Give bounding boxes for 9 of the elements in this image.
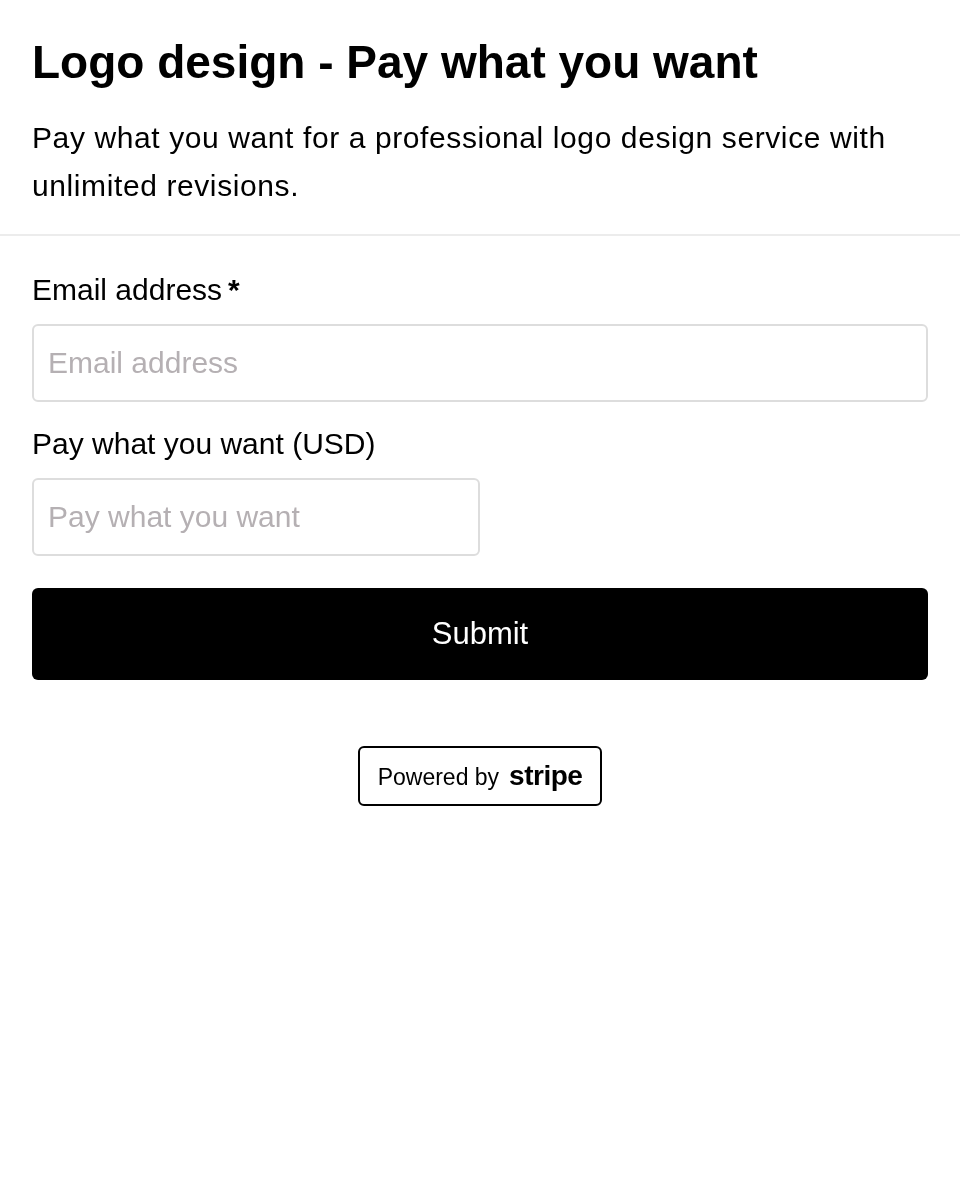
field-label: Email address [32,272,223,308]
powered-by-badge[interactable]: Powered by stripe [357,746,603,806]
required-mark: * [228,272,240,308]
input-field[interactable]: Pay what you want [32,478,480,556]
page-title: Logo design - Pay what you want [32,35,759,90]
field-label: Pay what you want (USD) [32,426,376,462]
input-field[interactable]: Email address [32,324,928,402]
description: Pay what you want for a professional logo design service with unlimited revisions. [32,120,887,204]
submit-button[interactable]: Submit [32,588,928,680]
